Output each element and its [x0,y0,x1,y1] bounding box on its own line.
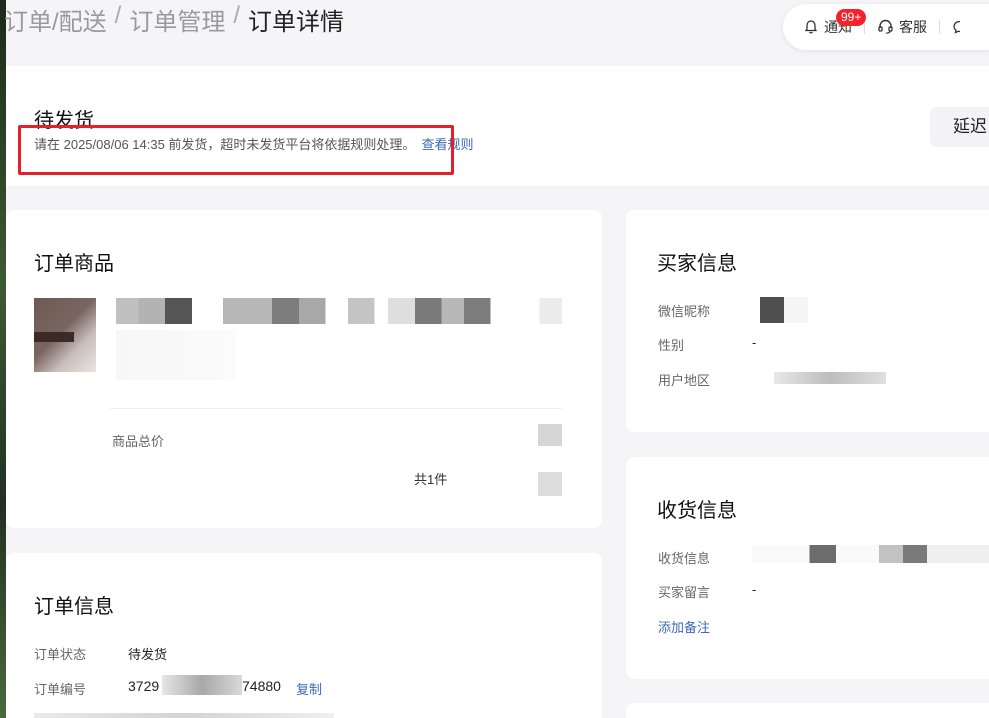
breadcrumb-separator: / [233,2,241,29]
product-title-redacted[interactable] [116,298,562,324]
customer-service-label: 客服 [899,19,927,35]
user-region-label: 用户地区 [658,373,711,388]
shipping-address-redacted [752,545,989,563]
divider [110,408,562,409]
shipping-address-label: 收货信息 [658,551,711,566]
highlight-annotation [18,125,454,175]
breadcrumb-item-orders-delivery[interactable]: 订单/配送 [4,2,107,37]
buyer-info-card: 买家信息 微信昵称 性别 - 用户地区 [626,210,989,432]
breadcrumb: 订单/配送 / 订单管理 / 订单详情 [4,2,344,37]
breadcrumb-separator: / [114,2,122,29]
order-status-label: 订单状态 [34,647,87,662]
add-remark-link[interactable]: 添加备注 [658,617,710,636]
header-actions: 通知 99+ 客服 [783,4,989,50]
item-total-redacted [538,472,562,496]
product-thumbnail-overlay [34,332,74,342]
chat-button[interactable] [952,19,968,35]
total-price-redacted [538,424,562,446]
bell-icon [804,20,818,34]
order-goods-title: 订单商品 [34,253,114,275]
order-status-value: 待发货 [128,647,168,662]
wechat-nickname-label: 微信昵称 [658,304,711,319]
order-info-card: 订单信息 订单状态 待发货 订单编号 3729 74880 复制 [6,553,602,718]
page-title: 订单详情 [248,9,345,36]
buyer-message-value: - [752,582,757,597]
shipping-info-card: 收货信息 收货信息 买家留言 - 添加备注 [626,457,989,679]
shipping-info-title: 收货信息 [657,500,737,522]
order-info-title: 订单信息 [34,596,114,618]
buyer-info-title: 买家信息 [657,253,737,275]
product-spec-redacted [116,330,236,380]
buyer-message-label: 买家留言 [658,585,711,600]
order-goods-card: 订单商品 商品总价 共1件 [6,210,602,528]
divider [939,20,940,34]
order-number-suffix: 74880 [242,678,281,694]
order-number-prefix: 3729 [128,678,160,694]
extra-row-redacted [34,713,334,718]
headset-icon [878,19,893,34]
item-count: 共1件 [414,472,448,487]
wechat-nickname-redacted [760,297,808,323]
copy-order-number-link[interactable]: 复制 [296,679,322,698]
user-region-redacted [774,372,886,384]
delay-shipping-button[interactable]: 延迟 [930,107,989,147]
total-price-label: 商品总价 [112,434,165,449]
customer-service-button[interactable]: 客服 [877,17,927,37]
order-number-redacted [162,675,242,695]
notification-badge: 99+ [836,9,867,26]
gender-value: - [752,335,757,350]
chat-bubble-icon [953,20,961,34]
gender-label: 性别 [658,338,685,353]
order-number-label: 订单编号 [34,682,87,697]
additional-info-card [626,703,989,718]
breadcrumb-item-order-management[interactable]: 订单管理 [129,2,225,37]
